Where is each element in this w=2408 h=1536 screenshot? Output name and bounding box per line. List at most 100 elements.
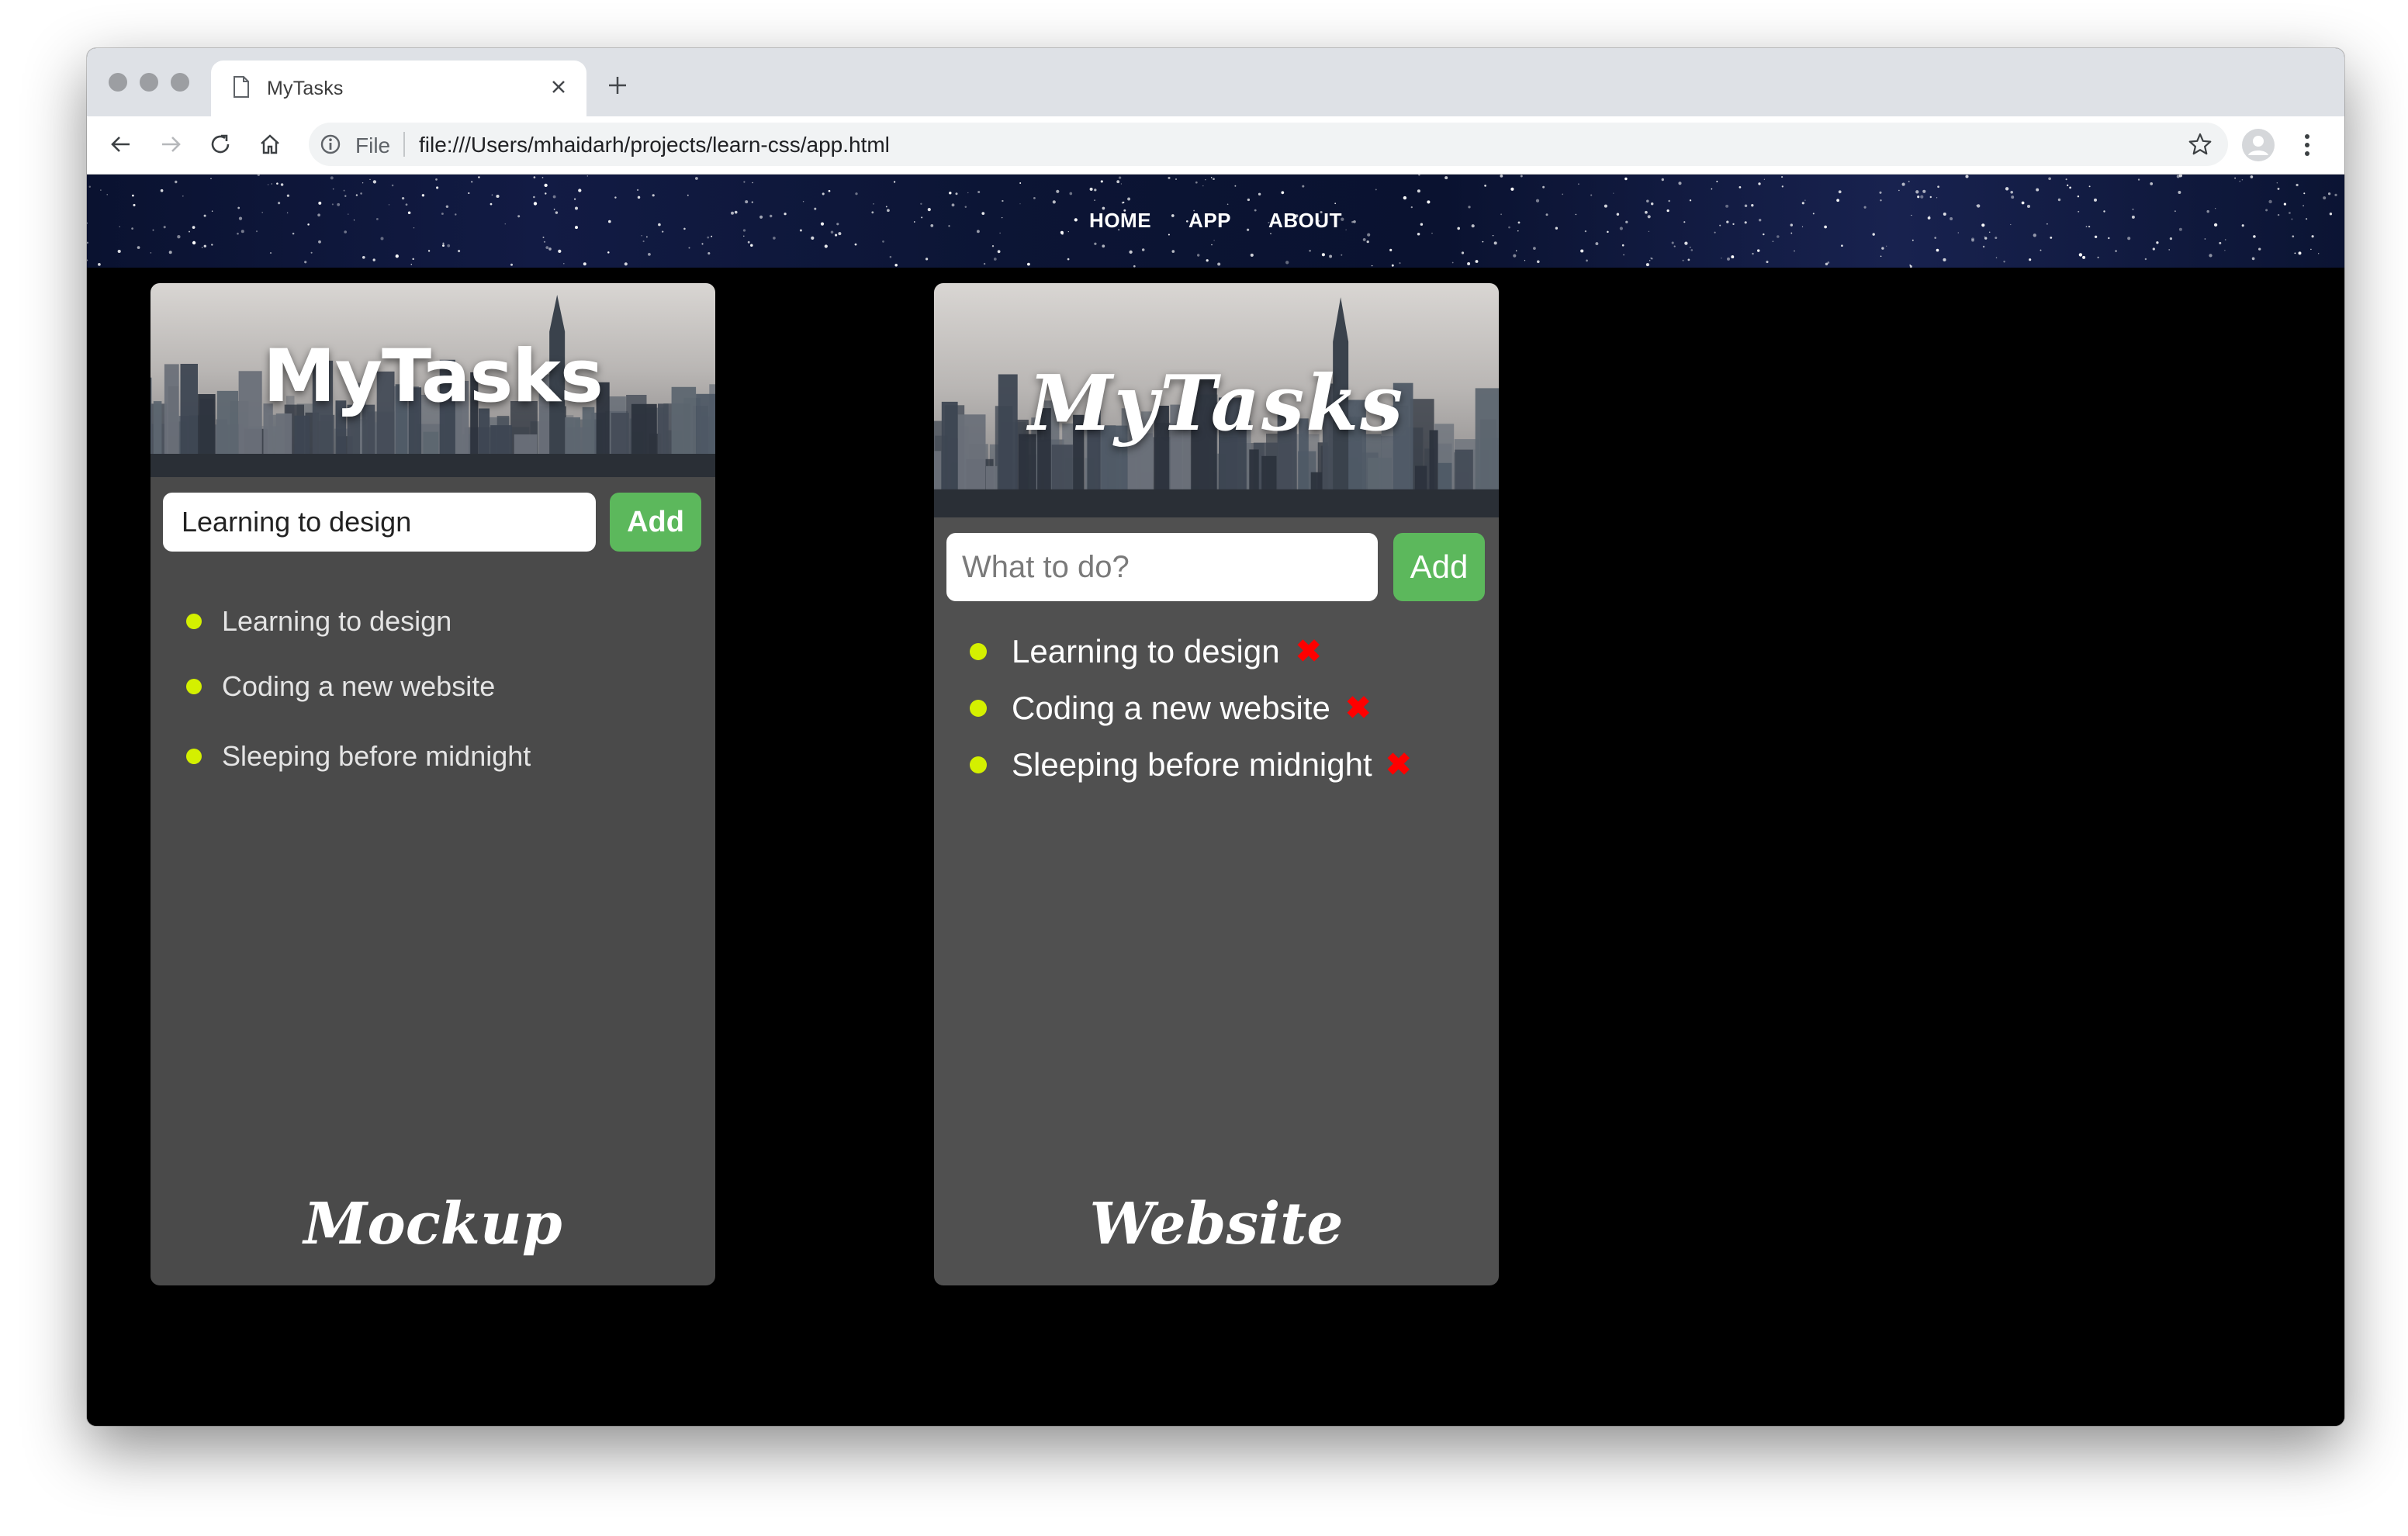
info-icon[interactable] — [320, 133, 341, 155]
star-speck — [1226, 203, 1229, 206]
star-speck — [1431, 232, 1433, 234]
star-speck — [2311, 235, 2314, 238]
star-speck — [496, 194, 500, 199]
star-speck — [1825, 262, 1828, 266]
star-speck — [1682, 259, 1684, 261]
nav-home-link[interactable]: HOME — [1089, 209, 1151, 233]
star-speck — [688, 247, 690, 249]
star-speck — [533, 202, 538, 206]
star-speck — [1321, 253, 1325, 257]
website-task-input[interactable] — [946, 533, 1378, 601]
close-tab-button[interactable] — [545, 73, 573, 101]
forward-button[interactable] — [152, 126, 189, 163]
reload-button[interactable] — [202, 126, 239, 163]
star-speck — [1777, 235, 1780, 238]
star-speck — [203, 244, 207, 248]
nav-app-link[interactable]: APP — [1188, 209, 1231, 233]
star-icon[interactable] — [2188, 132, 2213, 157]
star-speck — [87, 259, 88, 261]
star-speck — [563, 263, 565, 265]
star-speck — [1019, 182, 1022, 184]
star-speck — [552, 195, 556, 199]
website-add-button[interactable]: Add — [1393, 533, 1485, 601]
star-speck — [2036, 188, 2040, 192]
star-speck — [2108, 237, 2110, 240]
star-speck — [1089, 187, 1093, 191]
star-speck — [1689, 199, 1692, 202]
top-navbar: HOME APP ABOUT — [87, 175, 2344, 268]
star-speck — [330, 176, 334, 180]
star-speck — [1500, 175, 1503, 178]
mockup-task-input[interactable] — [163, 493, 596, 552]
star-speck — [1915, 190, 1919, 194]
star-speck — [743, 181, 746, 183]
star-speck — [1116, 180, 1120, 184]
star-speck — [360, 192, 362, 195]
star-speck — [2277, 187, 2280, 190]
star-speck — [1375, 189, 1377, 191]
star-speck — [177, 235, 181, 239]
star-speck — [1247, 198, 1251, 202]
close-icon — [552, 81, 565, 93]
star-speck — [2057, 198, 2061, 202]
delete-task-button[interactable]: ✖ — [1296, 634, 1322, 669]
star-speck — [133, 203, 136, 206]
close-window-button[interactable] — [109, 73, 127, 92]
zoom-window-button[interactable] — [171, 73, 189, 92]
star-speck — [2327, 192, 2331, 195]
star-speck — [106, 194, 108, 195]
address-bar[interactable]: File file:///Users/mhaidarh/projects/lea… — [309, 123, 2228, 166]
star-speck — [743, 235, 745, 237]
star-speck — [1102, 244, 1105, 248]
url-text[interactable]: file:///Users/mhaidarh/projects/learn-cs… — [419, 133, 890, 157]
bullet-dot — [970, 643, 987, 660]
star-speck — [2276, 182, 2278, 184]
star-speck — [175, 180, 178, 184]
star-speck — [2224, 250, 2226, 251]
back-button[interactable] — [102, 126, 140, 163]
star-speck — [1515, 250, 1517, 252]
star-speck — [1739, 186, 1742, 189]
star-speck — [828, 189, 831, 192]
star-speck — [1984, 237, 1988, 240]
mockup-app-title: MyTasks — [263, 334, 604, 419]
star-speck — [372, 180, 377, 184]
star-speck — [1533, 247, 1536, 250]
star-speck — [1898, 189, 1900, 192]
mockup-add-button[interactable]: Add — [610, 493, 701, 552]
browser-tab[interactable]: MyTasks — [211, 61, 586, 116]
star-speck — [2005, 187, 2009, 191]
star-speck — [578, 189, 582, 192]
star-speck — [1562, 193, 1564, 195]
star-speck — [646, 236, 648, 238]
star-speck — [278, 202, 281, 205]
star-speck — [2251, 257, 2255, 261]
star-speck — [543, 240, 546, 243]
star-speck — [889, 255, 892, 258]
nav-about-link[interactable]: ABOUT — [1268, 209, 1342, 233]
delete-task-button[interactable]: ✖ — [1386, 747, 1412, 783]
star-speck — [168, 251, 172, 254]
page-icon — [234, 76, 249, 98]
nav-links: HOME APP ABOUT — [87, 209, 2344, 233]
star-speck — [237, 232, 239, 235]
star-speck — [1711, 188, 1713, 190]
minimize-window-button[interactable] — [140, 73, 158, 92]
star-speck — [1684, 241, 1688, 245]
website-app-title: MyTasks — [1028, 359, 1405, 448]
star-speck — [1510, 187, 1514, 191]
avatar-icon[interactable] — [2242, 129, 2275, 161]
star-speck — [286, 194, 290, 197]
tab-strip: MyTasks — [87, 48, 2344, 116]
star-speck — [1687, 258, 1690, 261]
star-speck — [1901, 182, 1905, 186]
star-speck — [1513, 254, 1517, 258]
star-speck — [1578, 183, 1579, 185]
kebab-menu-icon[interactable] — [2298, 130, 2316, 160]
star-speck — [1621, 244, 1624, 247]
star-speck — [1977, 204, 1981, 208]
home-button[interactable] — [251, 126, 289, 163]
star-speck — [1285, 261, 1289, 265]
new-tab-button[interactable] — [602, 70, 633, 101]
delete-task-button[interactable]: ✖ — [1345, 690, 1372, 726]
